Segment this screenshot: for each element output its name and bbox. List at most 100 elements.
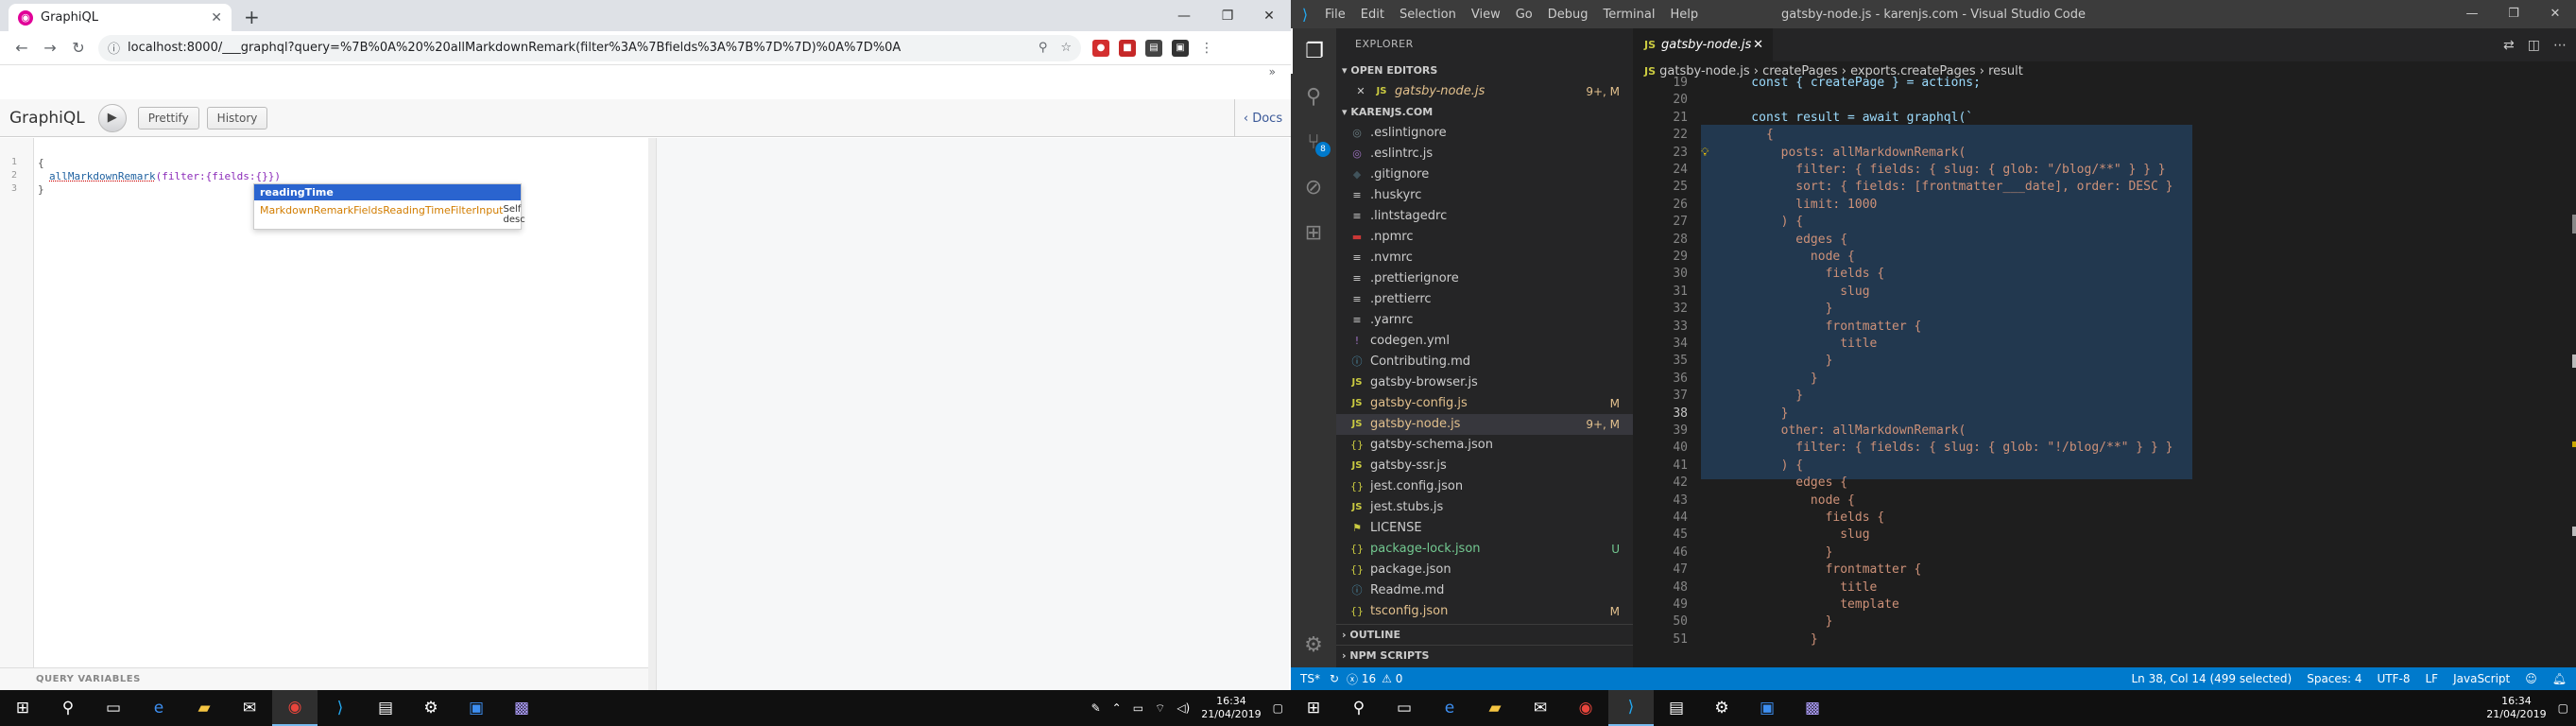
autocomplete-item[interactable]: MarkdownRemarkFieldsReadingTimeFilterInp… [254,200,525,229]
open-editors-section[interactable]: ▾ OPEN EDITORS [1336,60,1633,81]
file-item[interactable]: ⚑ LICENSE [1336,518,1633,539]
edge-icon[interactable]: e [1427,690,1472,726]
search-icon[interactable]: ⚲ [45,690,91,726]
outline-section[interactable]: › OUTLINE [1336,624,1633,645]
clock[interactable]: 16:34 21/04/2019 [1201,695,1261,721]
file-item[interactable]: ≡ .nvmrc [1336,248,1633,268]
query-variables-header[interactable]: QUERY VARIABLES [0,667,648,690]
file-item[interactable]: JS gatsby-config.js M [1336,393,1633,414]
warning-icon[interactable]: ⚠ [1382,672,1392,685]
address-bar[interactable]: ⓘ localhost:8000/___graphql?query=%7B%0A… [98,34,1081,61]
breadcrumb-item[interactable]: result [1988,64,2023,78]
file-explorer-icon[interactable]: ▰ [1472,690,1518,726]
file-item[interactable]: ⓘ Readme.md [1336,580,1633,601]
code-editor[interactable]: 💡︎ 19 const { createPage } = actions; 20 2… [1633,76,2576,667]
menu-dots-icon[interactable]: ⋮ [1198,39,1215,57]
file-item[interactable]: ◆ .gitignore [1336,164,1633,185]
close-tab-icon[interactable]: ✕ [211,10,222,26]
close-icon[interactable]: ✕ [1353,81,1368,102]
bookmark-star-icon[interactable]: ☆ [1060,41,1072,55]
file-item[interactable]: ◎ .eslintrc.js [1336,144,1633,164]
menu-item[interactable]: Help [1670,8,1698,22]
chevron-up-icon[interactable]: ⌃ [1112,701,1122,715]
close-tab-icon[interactable]: ✕ [1753,38,1763,52]
menu-item[interactable]: Terminal [1604,8,1656,22]
battery-icon[interactable]: ▭ [1133,701,1143,715]
feedback-icon[interactable]: ☺ [2525,672,2537,685]
new-tab-icon[interactable]: + [244,6,260,28]
split-editor-icon[interactable]: ◫ [2528,38,2540,53]
file-item[interactable]: {} package-lock.json U [1336,539,1633,560]
app-icon[interactable]: ▣ [1744,690,1790,726]
tab-gatsby-node[interactable]: JS gatsby-node.js ✕ [1633,28,1773,61]
edge-icon[interactable]: e [136,690,181,726]
menu-item[interactable]: File [1325,8,1346,22]
file-item[interactable]: {} package.json [1336,560,1633,580]
bell-icon[interactable]: 🔔︎ [2552,672,2567,685]
debug-icon[interactable]: ⊘ [1291,164,1336,210]
file-item[interactable]: ≡ .huskyrc [1336,185,1633,206]
extension-icon[interactable]: ▤ [1145,39,1162,57]
terminal-icon[interactable]: ▤ [363,690,408,726]
history-button[interactable]: History [206,106,268,130]
extension-icon[interactable]: ▣ [1172,39,1189,57]
query-editor[interactable]: 1 2 3 { allMarkdownRemark(filter:{fields… [0,138,648,667]
file-explorer-icon[interactable]: ▰ [181,690,227,726]
error-count[interactable]: 16 [1362,672,1376,685]
menu-item[interactable]: Edit [1361,8,1384,22]
zoom-icon[interactable]: ⚲ [1039,41,1048,55]
search-icon[interactable]: ⚲ [1336,690,1382,726]
restore-icon[interactable]: ❐ [2493,0,2534,28]
file-item[interactable]: {} tsconfig.json M [1336,601,1633,622]
browser-tab[interactable]: ◉ GraphiQL ✕ [9,4,232,31]
windows-start-icon[interactable]: ⊞ [0,690,45,726]
search-icon[interactable]: ⚲ [1291,74,1336,119]
project-section[interactable]: ▾ KARENJS.COM [1336,102,1633,123]
mail-icon[interactable]: ✉ [1518,690,1563,726]
close-window-icon[interactable]: ✕ [1247,0,1291,31]
task-view-icon[interactable]: ▭ [91,690,136,726]
npm-scripts-section[interactable]: › NPM SCRIPTS [1336,645,1633,666]
back-icon[interactable]: ← [8,39,36,57]
network-icon[interactable]: ⌔ [1155,701,1165,716]
menu-item[interactable]: View [1471,8,1501,22]
menu-item[interactable]: Debug [1548,8,1589,22]
settings-icon[interactable]: ⚙ [408,690,454,726]
volume-icon[interactable]: ◁) [1176,701,1190,715]
forward-icon[interactable]: → [36,39,64,57]
minimize-icon[interactable]: — [1162,0,1206,31]
file-item[interactable]: JS gatsby-browser.js [1336,372,1633,393]
source-control-icon[interactable]: ⑂ 8 [1291,119,1336,164]
file-item[interactable]: ⓘ Contributing.md [1336,352,1633,372]
prettify-button[interactable]: Prettify [137,106,199,130]
bookmarks-more-icon[interactable]: » [0,65,1291,80]
file-item[interactable]: ! codegen.yml [1336,331,1633,352]
app-icon[interactable]: ▩ [1790,690,1835,726]
notifications-icon[interactable]: ▢ [2558,701,2568,715]
autocomplete-selected[interactable]: readingTime [254,184,521,200]
mail-icon[interactable]: ✉ [227,690,272,726]
encoding[interactable]: UTF-8 [2378,672,2411,685]
vscode-icon[interactable]: ⟩ [1608,690,1654,726]
sync-icon[interactable]: ↻ [1330,672,1339,685]
app-icon[interactable]: ▣ [454,690,499,726]
url-text[interactable]: localhost:8000/___graphql?query=%7B%0A%2… [128,41,901,55]
extension-icon[interactable]: ■ [1119,39,1136,57]
file-item[interactable]: ≡ .prettierignore [1336,268,1633,289]
chrome-icon[interactable]: ◉ [272,690,318,726]
pen-icon[interactable]: ✎ [1091,701,1101,715]
more-actions-icon[interactable]: ⋯ [2553,38,2567,53]
manage-gear-icon[interactable]: ⚙ [1291,622,1336,667]
minimize-icon[interactable]: — [2451,0,2493,28]
vscode-icon[interactable]: ⟩ [318,690,363,726]
language-mode[interactable]: JavaScript [2453,672,2510,685]
notifications-icon[interactable]: ▢ [1273,701,1283,715]
info-icon[interactable]: ⓘ [108,39,120,57]
errors-icon[interactable]: ⓧ [1347,671,1358,687]
ts-version[interactable]: TS* [1300,672,1320,685]
compare-icon[interactable]: ⇄ [2503,38,2515,53]
explorer-icon[interactable]: ❐ [1291,28,1336,74]
file-item[interactable]: {} gatsby-schema.json [1336,435,1633,456]
docs-button[interactable]: ‹ Docs [1234,99,1291,137]
file-item[interactable]: JS jest.stubs.js [1336,497,1633,518]
